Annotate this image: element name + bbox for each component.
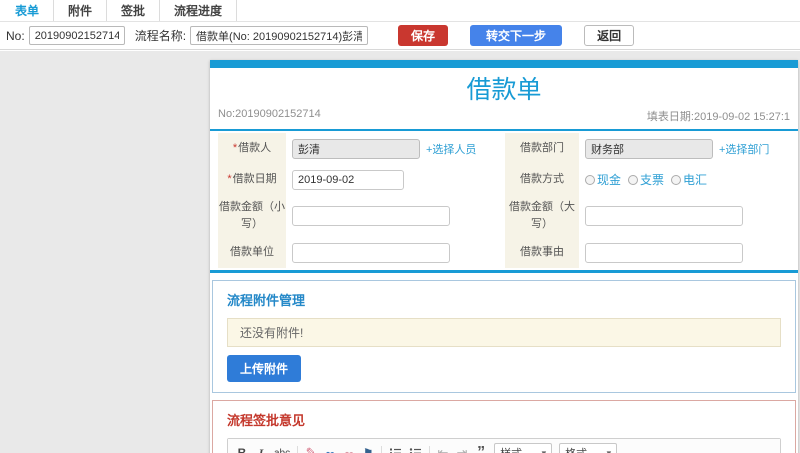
tab-form[interactable]: 表单 bbox=[0, 0, 55, 21]
app-window: 表单 附件 签批 流程进度 No: 流程名称: 保存 转交下一步 返回 借款单 … bbox=[0, 0, 800, 453]
toolbar-separator bbox=[429, 445, 431, 453]
form-top-divider bbox=[210, 129, 798, 131]
content-area: 借款单 No:20190902152714 填表日期:2019-09-02 15… bbox=[0, 51, 800, 453]
toolbar-separator bbox=[381, 445, 383, 453]
radio-icon bbox=[628, 174, 639, 185]
radio-cheque[interactable]: 支票 bbox=[628, 171, 664, 188]
styles-dropdown[interactable]: 样式 ▾ bbox=[494, 443, 553, 453]
link-icon[interactable]: ∞ bbox=[324, 446, 336, 453]
borrower-input[interactable] bbox=[292, 138, 420, 159]
format-dropdown-label: 格式 bbox=[565, 445, 587, 453]
unit-field-cell bbox=[286, 237, 505, 268]
form-panel: 借款单 No:20190902152714 填表日期:2019-09-02 15… bbox=[210, 60, 798, 453]
department-label-cell: 借款部门 bbox=[505, 133, 579, 164]
indent-icon[interactable]: ⇥ bbox=[456, 445, 468, 453]
italic-icon[interactable]: I bbox=[255, 446, 267, 453]
loan-form: * 借款人 +选择人员 借款部门 +选择部门 * 借款日期 bbox=[218, 133, 790, 268]
no-label: No: bbox=[6, 28, 25, 43]
no-attachment-alert: 还没有附件! bbox=[227, 318, 781, 347]
panel-accent-bar bbox=[210, 60, 798, 68]
approval-section: 流程签批意见 B I abc ✎ ∞ ∞ ⚑ ⇤ ⇥ ” ▾ ▾ bbox=[212, 400, 796, 453]
required-mark: * bbox=[227, 173, 232, 185]
chevron-down-icon: ▾ bbox=[541, 447, 547, 453]
remove-format-icon[interactable]: ✎ bbox=[305, 445, 317, 453]
approval-section-heading: 流程签批意见 bbox=[227, 413, 306, 428]
method-label-cell: 借款方式 bbox=[505, 164, 579, 195]
save-button[interactable]: 保存 bbox=[398, 25, 449, 46]
reason-label: 借款事由 bbox=[520, 246, 564, 258]
process-name-input[interactable] bbox=[190, 26, 369, 45]
borrow-date-field-cell bbox=[286, 164, 505, 195]
amount-big-input[interactable] bbox=[585, 206, 743, 226]
method-label: 借款方式 bbox=[520, 173, 564, 185]
next-step-button[interactable]: 转交下一步 bbox=[470, 25, 563, 46]
department-field-cell: +选择部门 bbox=[579, 133, 790, 164]
toolbar-separator bbox=[297, 445, 299, 453]
payment-method-radios: 现金 支票 电汇 bbox=[585, 171, 707, 188]
form-bottom-accent-bar bbox=[210, 270, 798, 273]
strikethrough-icon[interactable]: abc bbox=[274, 448, 290, 453]
unit-input[interactable] bbox=[292, 242, 450, 263]
select-department-link[interactable]: +选择部门 bbox=[719, 141, 769, 157]
amount-big-label-cell: 借款金额（大写） bbox=[505, 195, 579, 237]
reason-label-cell: 借款事由 bbox=[505, 237, 579, 268]
doc-meta-row: No:20190902152714 填表日期:2019-09-02 15:27:… bbox=[210, 108, 798, 124]
radio-wire[interactable]: 电汇 bbox=[671, 171, 707, 188]
amount-small-label: 借款金额（小写） bbox=[219, 201, 285, 230]
outdent-icon[interactable]: ⇤ bbox=[437, 445, 449, 453]
toolbar: No: 流程名称: 保存 转交下一步 返回 bbox=[0, 22, 800, 50]
radio-icon bbox=[585, 174, 595, 185]
attachment-section-heading: 流程附件管理 bbox=[227, 293, 306, 308]
format-dropdown[interactable]: 格式 ▾ bbox=[559, 443, 618, 453]
amount-big-label: 借款金额（大写） bbox=[509, 201, 575, 230]
radio-cash[interactable]: 现金 bbox=[585, 171, 621, 188]
reason-input[interactable] bbox=[585, 242, 743, 263]
radio-cash-label: 现金 bbox=[597, 173, 622, 187]
upload-attachment-button[interactable]: 上传附件 bbox=[227, 355, 302, 382]
fill-date: 填表日期:2019-09-02 15:27:1 bbox=[646, 111, 790, 123]
anchor-flag-icon[interactable]: ⚑ bbox=[362, 446, 374, 453]
process-name-label: 流程名称: bbox=[134, 29, 187, 43]
department-input[interactable] bbox=[585, 138, 713, 159]
bold-icon[interactable]: B bbox=[236, 446, 248, 453]
borrower-label-cell: * 借款人 bbox=[218, 133, 286, 164]
amount-big-field-cell bbox=[579, 195, 790, 237]
no-input[interactable] bbox=[28, 26, 125, 45]
back-button[interactable]: 返回 bbox=[584, 25, 635, 46]
department-label: 借款部门 bbox=[520, 142, 564, 154]
borrow-date-label: 借款日期 bbox=[232, 173, 277, 185]
tab-approval[interactable]: 签批 bbox=[107, 0, 161, 21]
radio-icon bbox=[671, 174, 682, 185]
unlink-icon[interactable]: ∞ bbox=[343, 446, 355, 453]
radio-wire-label: 电汇 bbox=[683, 173, 708, 187]
styles-dropdown-label: 样式 bbox=[500, 445, 522, 453]
tab-process-progress[interactable]: 流程进度 bbox=[160, 0, 238, 21]
borrow-date-input[interactable] bbox=[292, 169, 404, 190]
unit-label: 借款单位 bbox=[230, 246, 274, 258]
attachment-section: 流程附件管理 还没有附件! 上传附件 bbox=[212, 280, 796, 393]
page-title: 借款单 bbox=[466, 76, 542, 104]
numbered-list-icon[interactable] bbox=[389, 447, 402, 453]
borrow-date-label-cell: * 借款日期 bbox=[218, 164, 286, 195]
tab-bar: 表单 附件 签批 流程进度 bbox=[0, 0, 800, 22]
required-mark: * bbox=[232, 142, 238, 154]
unit-label-cell: 借款单位 bbox=[218, 237, 286, 268]
chevron-down-icon: ▾ bbox=[606, 447, 612, 453]
amount-small-field-cell bbox=[286, 195, 505, 237]
borrower-label: 借款人 bbox=[238, 142, 272, 154]
tab-attachments[interactable]: 附件 bbox=[54, 0, 108, 21]
radio-cheque-label: 支票 bbox=[640, 173, 665, 187]
bullet-list-icon[interactable] bbox=[409, 447, 422, 453]
doc-number: No:20190902152714 bbox=[218, 108, 321, 120]
amount-small-input[interactable] bbox=[292, 206, 450, 226]
method-field-cell: 现金 支票 电汇 bbox=[579, 164, 790, 195]
reason-field-cell bbox=[579, 237, 790, 268]
amount-small-label-cell: 借款金额（小写） bbox=[218, 195, 286, 237]
editor-toolbar: B I abc ✎ ∞ ∞ ⚑ ⇤ ⇥ ” ▾ ▾ bbox=[228, 439, 780, 453]
select-person-link[interactable]: +选择人员 bbox=[426, 141, 476, 157]
rich-text-editor: B I abc ✎ ∞ ∞ ⚑ ⇤ ⇥ ” ▾ ▾ bbox=[227, 438, 781, 453]
blockquote-icon[interactable]: ” bbox=[475, 445, 487, 453]
borrower-field-cell: +选择人员 bbox=[286, 133, 505, 164]
